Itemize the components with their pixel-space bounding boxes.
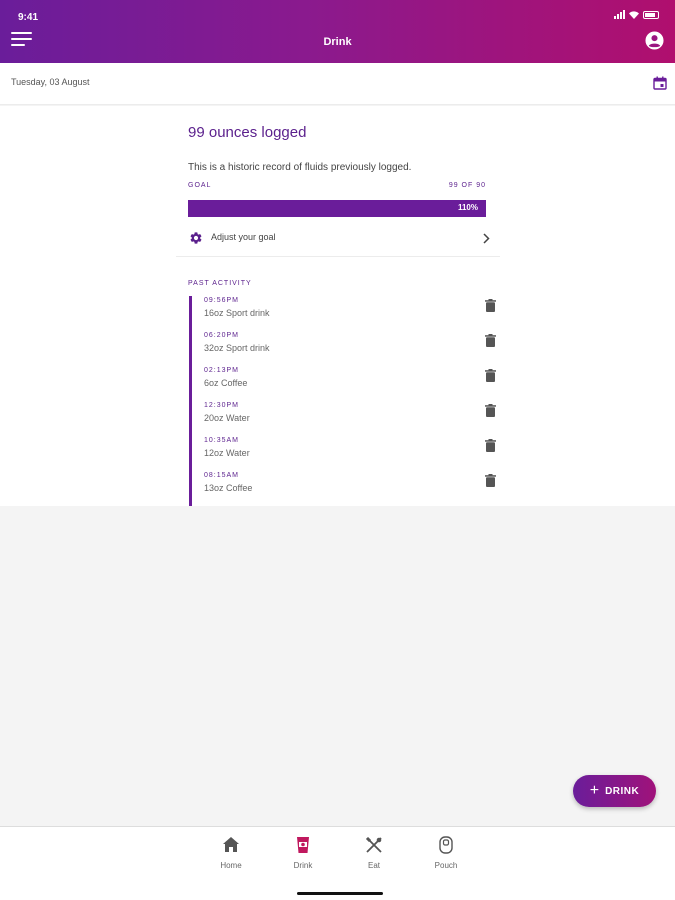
add-drink-button[interactable]: + DRINK <box>573 775 656 807</box>
activity-description: 6oz Coffee <box>204 378 248 388</box>
status-time: 9:41 <box>18 12 39 23</box>
activity-time: 08:15AM <box>204 472 240 479</box>
bottom-nav: Home Drink Eat Pouch <box>0 826 675 900</box>
cup-icon <box>297 837 309 853</box>
selected-date: Tuesday, 03 August <box>11 77 90 87</box>
chevron-right-icon <box>483 233 490 244</box>
activity-description: 12oz Water <box>204 448 250 458</box>
trash-icon[interactable] <box>485 369 496 382</box>
nav-drink-label: Drink <box>293 861 313 870</box>
trash-icon[interactable] <box>485 334 496 347</box>
goal-progress-percent: 110% <box>457 203 478 212</box>
gear-icon <box>190 232 202 244</box>
goal-progress-bar: 110% <box>188 200 486 217</box>
nav-pouch-label: Pouch <box>434 861 458 870</box>
timeline-line <box>189 296 192 506</box>
trash-icon[interactable] <box>485 474 496 487</box>
nav-home-label: Home <box>220 861 242 870</box>
pouch-icon <box>439 836 453 854</box>
wifi-icon <box>629 10 639 19</box>
nav-eat[interactable]: Eat <box>349 835 399 875</box>
add-drink-label: DRINK <box>605 785 640 797</box>
goal-progress-fill <box>188 200 486 217</box>
activity-item: 12:30PM 20oz Water <box>204 402 504 432</box>
nav-pouch[interactable]: Pouch <box>421 835 471 875</box>
history-description: This is a historic record of fluids prev… <box>188 162 412 173</box>
drink-summary-panel: 99 ounces logged This is a historic reco… <box>0 106 675 506</box>
past-activity-heading: PAST ACTIVITY <box>188 280 252 287</box>
activity-description: 32oz Sport drink <box>204 343 270 353</box>
home-icon <box>223 837 239 852</box>
trash-icon[interactable] <box>485 439 496 452</box>
home-indicator <box>297 892 383 895</box>
activity-time: 09:56PM <box>204 297 240 304</box>
activity-item: 08:15AM 13oz Coffee <box>204 472 504 502</box>
activity-item: 02:13PM 6oz Coffee <box>204 367 504 397</box>
adjust-goal-row[interactable]: Adjust your goal <box>176 220 500 257</box>
adjust-goal-label: Adjust your goal <box>211 232 276 242</box>
account-icon[interactable] <box>645 31 664 50</box>
activity-description: 13oz Coffee <box>204 483 253 493</box>
page-title: Drink <box>323 36 352 48</box>
signal-icon <box>614 10 625 19</box>
activity-description: 16oz Sport drink <box>204 308 270 318</box>
activity-time: 02:13PM <box>204 367 240 374</box>
nav-drink[interactable]: Drink <box>278 835 328 875</box>
activity-time: 10:35AM <box>204 437 240 444</box>
nav-home[interactable]: Home <box>206 835 256 875</box>
app-header: 9:41 Drink <box>0 0 675 63</box>
plus-icon: + <box>589 782 600 799</box>
nav-eat-label: Eat <box>367 861 380 870</box>
activity-item: 10:35AM 12oz Water <box>204 437 504 467</box>
date-bar: Tuesday, 03 August <box>0 63 675 105</box>
battery-icon <box>643 10 659 19</box>
goal-label: GOAL <box>188 182 212 189</box>
trash-icon[interactable] <box>485 299 496 312</box>
utensils-icon <box>365 836 382 853</box>
activity-description: 20oz Water <box>204 413 250 423</box>
trash-icon[interactable] <box>485 404 496 417</box>
ounces-logged-heading: 99 ounces logged <box>188 124 307 141</box>
calendar-icon[interactable] <box>653 76 667 90</box>
status-icons <box>614 10 659 19</box>
activity-time: 06:20PM <box>204 332 240 339</box>
activity-item: 06:20PM 32oz Sport drink <box>204 332 504 362</box>
activity-item: 09:56PM 16oz Sport drink <box>204 297 504 327</box>
activity-time: 12:30PM <box>204 402 240 409</box>
goal-value: 99 OF 90 <box>448 182 486 189</box>
